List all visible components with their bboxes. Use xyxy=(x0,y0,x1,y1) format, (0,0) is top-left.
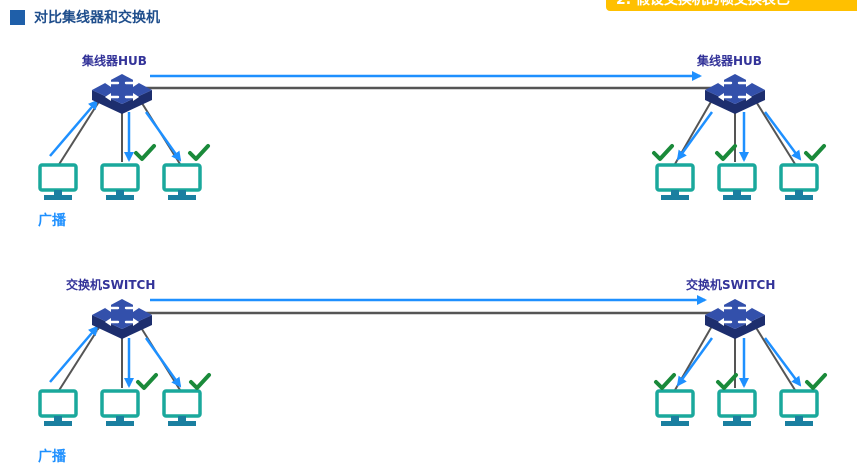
cable xyxy=(57,325,101,393)
broadcast-label: 广播 xyxy=(38,213,66,229)
switch-icon: SWITCH xyxy=(703,297,767,344)
arrow-icon xyxy=(763,337,802,387)
arrow-icon xyxy=(49,325,99,383)
arrow-icon xyxy=(763,111,802,161)
hub-label-right: 集线器HUB xyxy=(697,54,762,68)
pc-icon xyxy=(655,389,695,428)
pc-icon xyxy=(100,163,140,202)
arrow-icon xyxy=(676,337,714,387)
pc-icon xyxy=(100,389,140,428)
cable xyxy=(57,99,101,167)
check-icon xyxy=(805,373,827,390)
pc-icon xyxy=(779,389,819,428)
pc-icon xyxy=(779,163,819,202)
arrow-icon xyxy=(144,111,182,162)
pc-icon xyxy=(162,389,202,428)
arrow-icon xyxy=(49,99,99,157)
pc-icon xyxy=(38,389,78,428)
hub-icon xyxy=(90,72,154,116)
check-icon xyxy=(654,373,676,390)
pc-icon xyxy=(717,163,757,202)
broadcast-label: 广播 xyxy=(38,449,66,465)
check-icon xyxy=(804,144,826,161)
cable xyxy=(754,99,796,165)
hub-icon xyxy=(703,72,767,116)
check-icon xyxy=(189,373,211,390)
check-icon xyxy=(134,144,156,161)
pc-icon xyxy=(717,389,757,428)
hub-section xyxy=(38,71,826,202)
pc-icon xyxy=(38,163,78,202)
cable xyxy=(754,325,796,391)
hub-label-left: 集线器HUB xyxy=(82,54,147,68)
switch-icon: SWITCH xyxy=(90,297,154,344)
arrow-icon xyxy=(676,111,714,161)
switch-label-left: 交换机SWITCH xyxy=(66,278,156,292)
switch-label-right: 交换机SWITCH xyxy=(686,278,776,292)
check-icon xyxy=(715,144,737,161)
check-icon xyxy=(136,373,158,390)
switch-section: SWITCH SWITCH xyxy=(38,295,827,428)
pc-icon xyxy=(655,163,695,202)
check-icon xyxy=(188,144,210,161)
check-icon xyxy=(652,144,674,161)
pc-icon xyxy=(162,163,202,202)
network-diagram: SWITCH SWITCH xyxy=(38,71,827,428)
check-icon xyxy=(716,373,738,390)
